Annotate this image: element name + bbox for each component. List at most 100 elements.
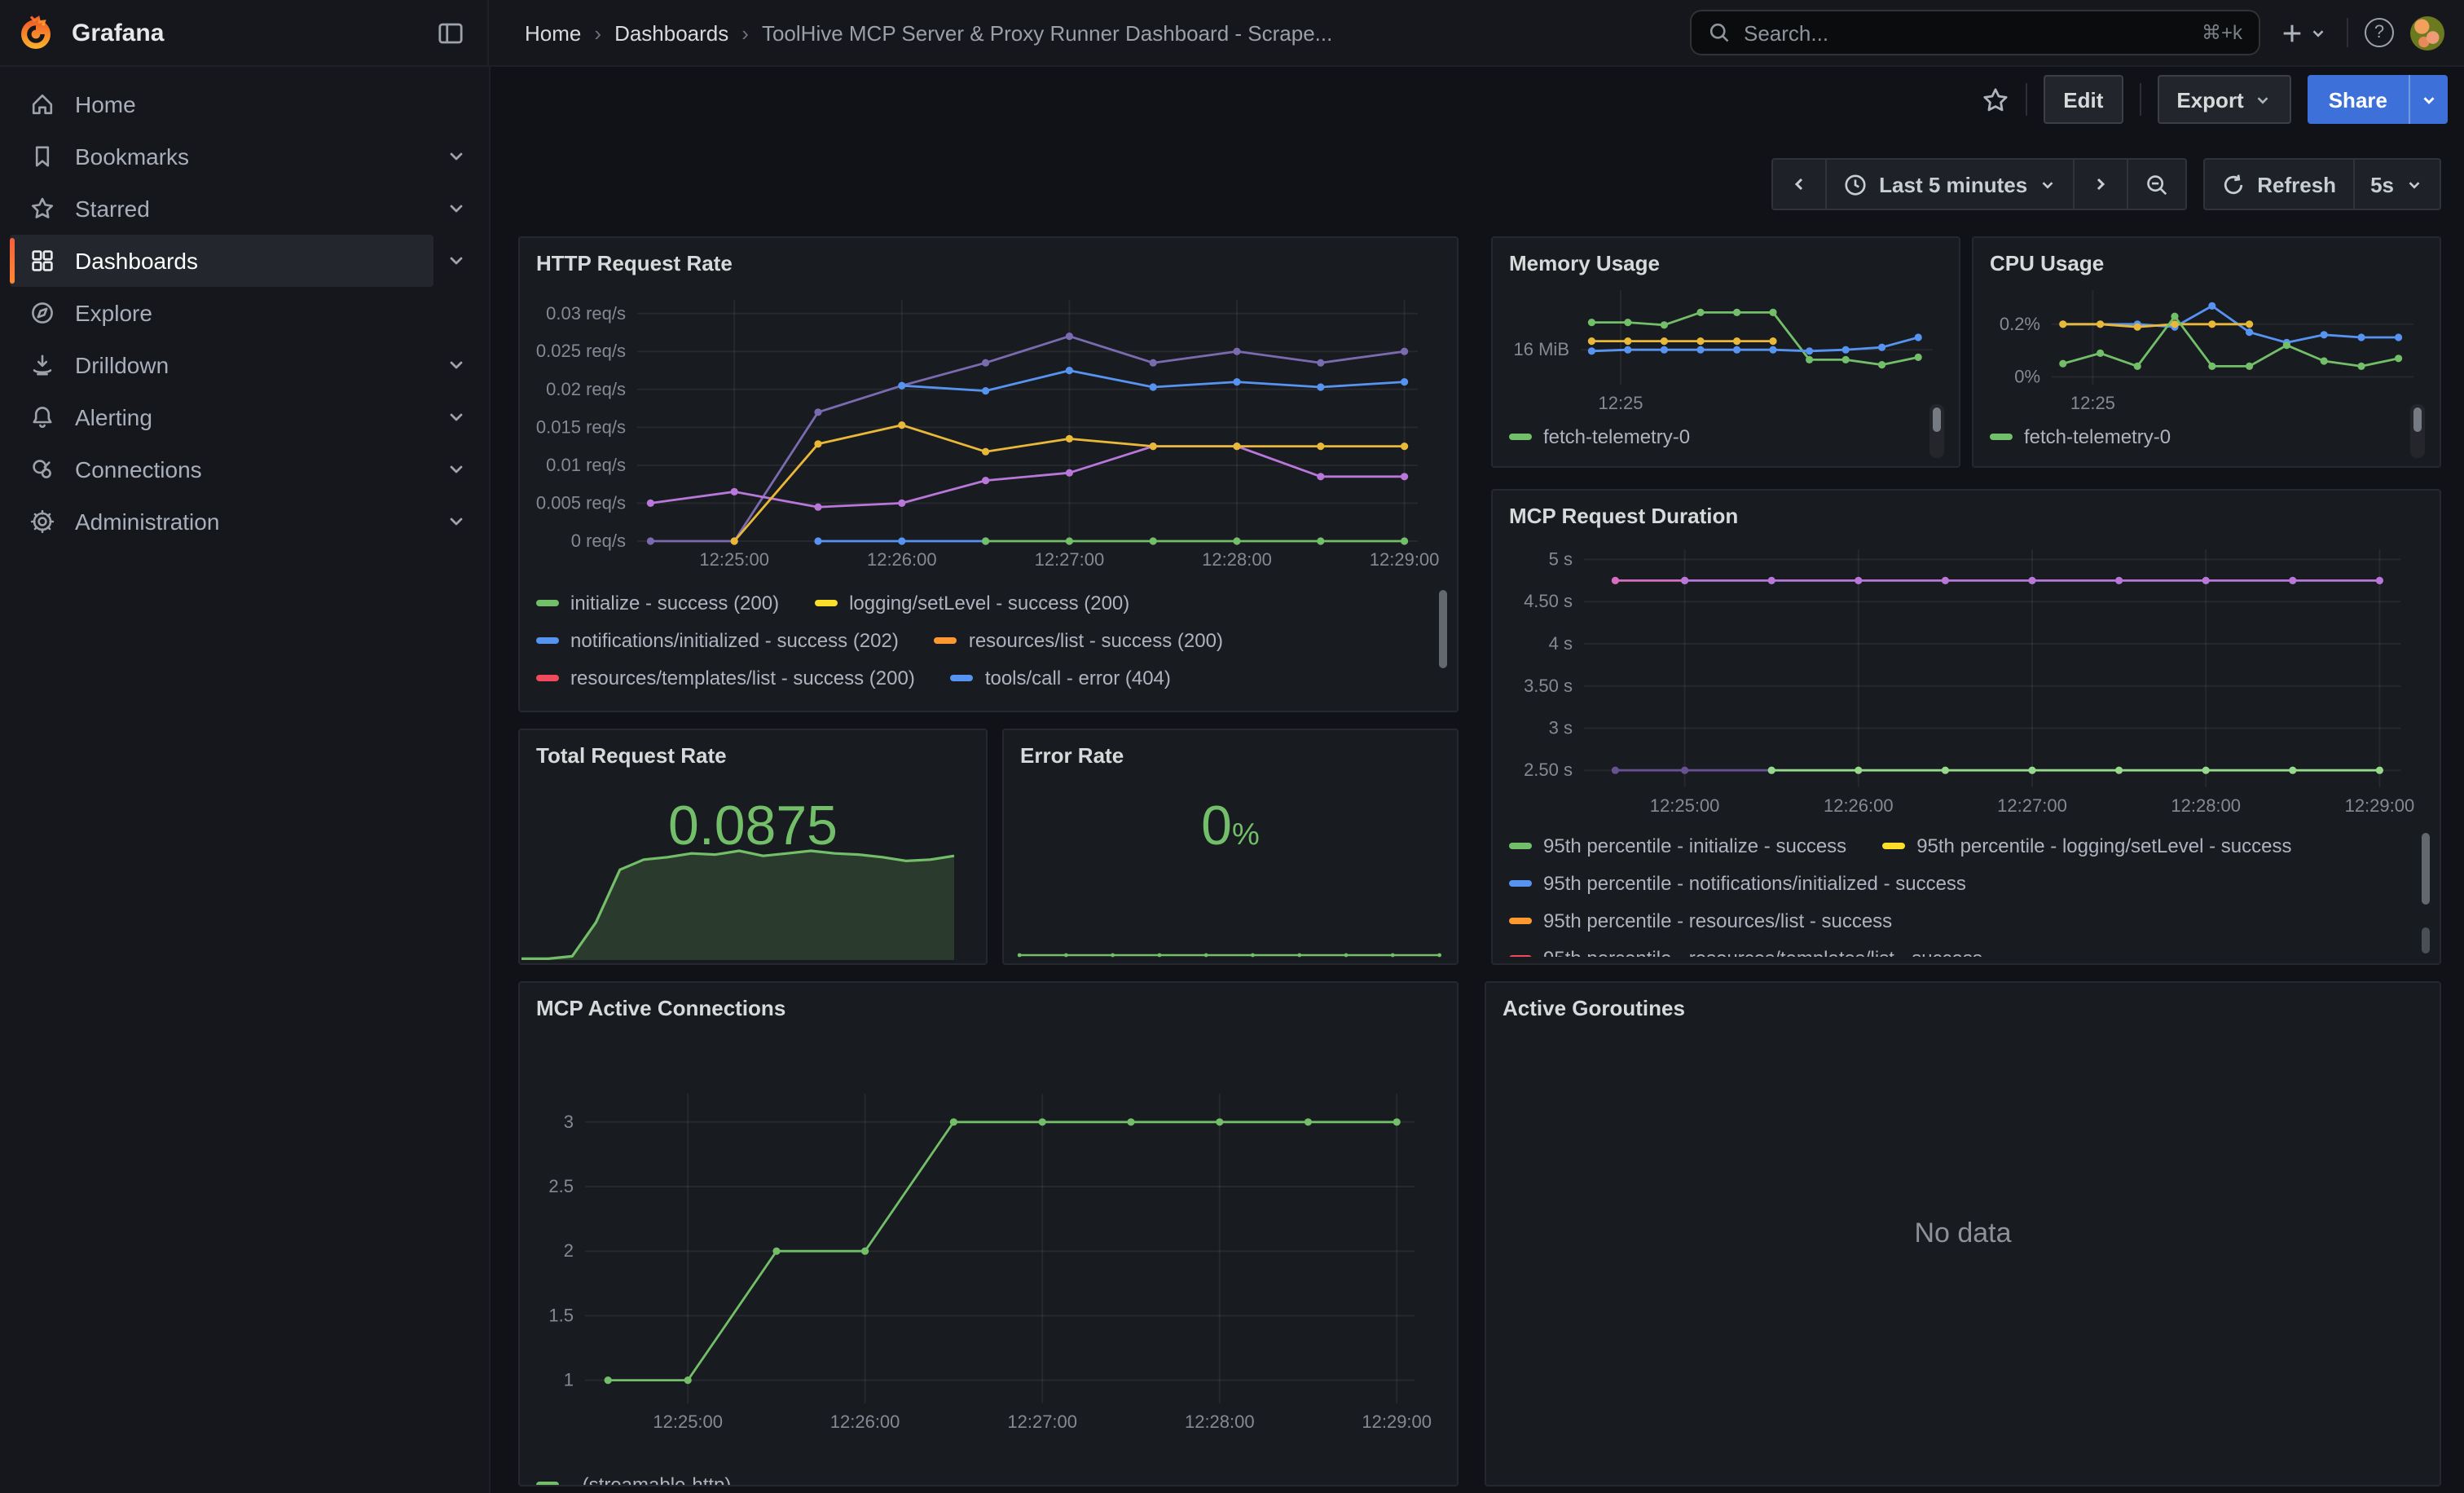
legend-scrollbar[interactable] [2410, 404, 2425, 458]
legend-scrollbar[interactable] [1439, 590, 1447, 668]
sidebar-item-home[interactable]: Home [10, 78, 433, 130]
legend-item[interactable]: tools/call - error (404) [951, 666, 1171, 689]
legend-label: 95th percentile - notifications/initiali… [1543, 871, 1966, 894]
legend-item[interactable]: fetch-telemetry-0 [1990, 425, 2171, 447]
memory-usage-chart[interactable]: 16 MiB12:25 [1503, 274, 1946, 417]
chevron-down-icon[interactable] [433, 183, 479, 235]
legend: - (streamable-http) [536, 1465, 1428, 1486]
edit-button[interactable]: Edit [2044, 75, 2123, 124]
sidebar-item-explore[interactable]: Explore [10, 287, 433, 339]
add-button[interactable] [2277, 17, 2330, 48]
export-button[interactable]: Export [2157, 75, 2290, 124]
panel-title[interactable]: HTTP Request Rate [520, 238, 1457, 287]
sidebar-toggle-icon[interactable] [429, 11, 471, 54]
legend-item[interactable]: fetch-telemetry-0 [1509, 425, 1690, 447]
sidebar-item-label: Explore [75, 300, 152, 326]
search-input[interactable]: Search... ⌘+k [1690, 10, 2260, 55]
share-button[interactable]: Share [2308, 75, 2409, 124]
chevron-down-icon[interactable] [433, 130, 479, 183]
refresh-button[interactable]: Refresh [2205, 160, 2352, 209]
legend-item[interactable]: initialize - success (200) [536, 591, 779, 614]
svg-text:12:27:00: 12:27:00 [1007, 1412, 1077, 1432]
sidebar-item-label: Connections [75, 456, 202, 482]
breadcrumb-separator-icon: › [594, 20, 601, 45]
help-icon[interactable]: ? [2365, 18, 2394, 47]
svg-text:12:25:00: 12:25:00 [1650, 795, 1720, 816]
avatar[interactable] [2410, 15, 2444, 50]
svg-text:5 s: 5 s [1549, 548, 1573, 569]
sidebar-item-drilldown[interactable]: Drilldown [10, 339, 433, 391]
legend-scrollbar[interactable] [2422, 833, 2430, 905]
http-request-rate-chart[interactable]: 0 req/s0.005 req/s0.01 req/s0.015 req/s0… [530, 287, 1444, 577]
search-placeholder: Search... [1744, 20, 2189, 45]
refresh-icon [2221, 172, 2246, 196]
chevron-down-icon[interactable] [433, 235, 479, 287]
legend-item[interactable]: logging/setLevel - success (200) [815, 591, 1129, 614]
sidebar-item-alerting[interactable]: Alerting [10, 391, 433, 443]
share-menu-button[interactable] [2409, 75, 2448, 124]
legend-item[interactable]: tools/call - success (200) [536, 703, 785, 706]
legend-item[interactable]: notifications/initialized - success (202… [536, 628, 899, 651]
legend-label: 95th percentile - logging/setLevel - suc… [1916, 834, 2291, 857]
svg-text:12:29:00: 12:29:00 [2345, 795, 2415, 816]
sidebar-item-administration[interactable]: Administration [10, 495, 433, 548]
legend-item[interactable]: 95th percentile - resources/list - succe… [1509, 909, 1892, 931]
chevron-down-icon [2254, 90, 2272, 108]
legend-item[interactable]: resources/list - success (200) [935, 628, 1223, 651]
sidebar-item-label: Drilldown [75, 352, 169, 378]
legend-label: logging/setLevel - success (200) [849, 591, 1129, 614]
svg-text:0.03 req/s: 0.03 req/s [546, 303, 626, 324]
legend-color-chip [1509, 917, 1532, 923]
legend-item[interactable]: 95th percentile - logging/setLevel - suc… [1882, 834, 2291, 857]
sidebar-item-dashboards[interactable]: Dashboards [10, 235, 433, 287]
clock-icon [1843, 172, 1868, 196]
svg-text:12:28:00: 12:28:00 [1202, 549, 1272, 570]
legend-scrollbar[interactable] [1929, 404, 1944, 458]
chevron-down-icon[interactable] [433, 339, 479, 391]
favorite-star-icon[interactable] [1982, 86, 2009, 113]
mcp-active-connections-chart[interactable]: 11.522.5312:25:0012:26:0012:27:0012:28:0… [530, 1061, 1444, 1462]
time-range-picker[interactable]: Last 5 minutes [1825, 160, 2073, 209]
sidebar-item-label: Starred [75, 196, 150, 222]
svg-text:12:25: 12:25 [1598, 393, 1643, 413]
refresh-interval-picker[interactable]: 5s [2352, 160, 2440, 209]
panel-title[interactable]: MCP Request Duration [1493, 491, 2440, 540]
time-forward-button[interactable] [2073, 160, 2127, 209]
chevron-down-icon[interactable] [433, 443, 479, 495]
legend-scrollbar-end[interactable] [2422, 927, 2430, 953]
brand-title: Grafana [72, 19, 412, 46]
legend-item[interactable]: unknown - success (200) [1102, 703, 1353, 706]
chevron-down-icon[interactable] [433, 495, 479, 548]
legend-item[interactable]: 95th percentile - resources/templates/li… [1509, 946, 1982, 957]
svg-text:12:27:00: 12:27:00 [1035, 549, 1105, 570]
panel-title[interactable]: Total Request Rate [520, 730, 986, 779]
panel-title[interactable]: Error Rate [1004, 730, 1457, 779]
svg-text:0.02 req/s: 0.02 req/s [546, 379, 626, 399]
breadcrumb: Home›Dashboards›ToolHive MCP Server & Pr… [489, 20, 1690, 45]
mcp-request-duration-chart[interactable]: 2.50 s3 s3.50 s4 s4.50 s5 s12:25:0012:26… [1506, 536, 2430, 823]
legend-item[interactable]: resources/templates/list - success (200) [536, 666, 915, 689]
zoom-out-button[interactable] [2127, 160, 2185, 209]
legend-color-chip [935, 636, 957, 643]
time-back-button[interactable] [1773, 160, 1825, 209]
svg-text:3.50 s: 3.50 s [1524, 676, 1573, 696]
legend: fetch-telemetry-0 [1509, 417, 1903, 455]
chevron-down-icon[interactable] [433, 391, 479, 443]
plug-icon [29, 456, 55, 482]
legend-item[interactable]: - (streamable-http) [536, 1473, 731, 1486]
panel-title[interactable]: MCP Active Connections [520, 983, 1457, 1032]
legend-item[interactable]: 95th percentile - notifications/initiali… [1509, 871, 1966, 894]
panel-error-rate: Error Rate 0% [1002, 729, 1459, 965]
breadcrumb-item[interactable]: Dashboards [614, 20, 728, 45]
legend-item[interactable]: 95th percentile - initialize - success [1509, 834, 1846, 857]
breadcrumb-item[interactable]: Home [525, 20, 581, 45]
sidebar-item-starred[interactable]: Starred [10, 183, 433, 235]
svg-text:12:26:00: 12:26:00 [830, 1412, 900, 1432]
grafana-logo-icon[interactable] [16, 13, 55, 52]
legend-item[interactable]: tools/list - success (200) [821, 703, 1065, 706]
panel-active-goroutines: Active Goroutines No data [1485, 981, 2441, 1486]
legend-color-chip [951, 674, 974, 680]
cpu-usage-chart[interactable]: 0%0.2%12:25 [1983, 274, 2427, 417]
sidebar-item-bookmarks[interactable]: Bookmarks [10, 130, 433, 183]
sidebar-item-connections[interactable]: Connections [10, 443, 433, 495]
